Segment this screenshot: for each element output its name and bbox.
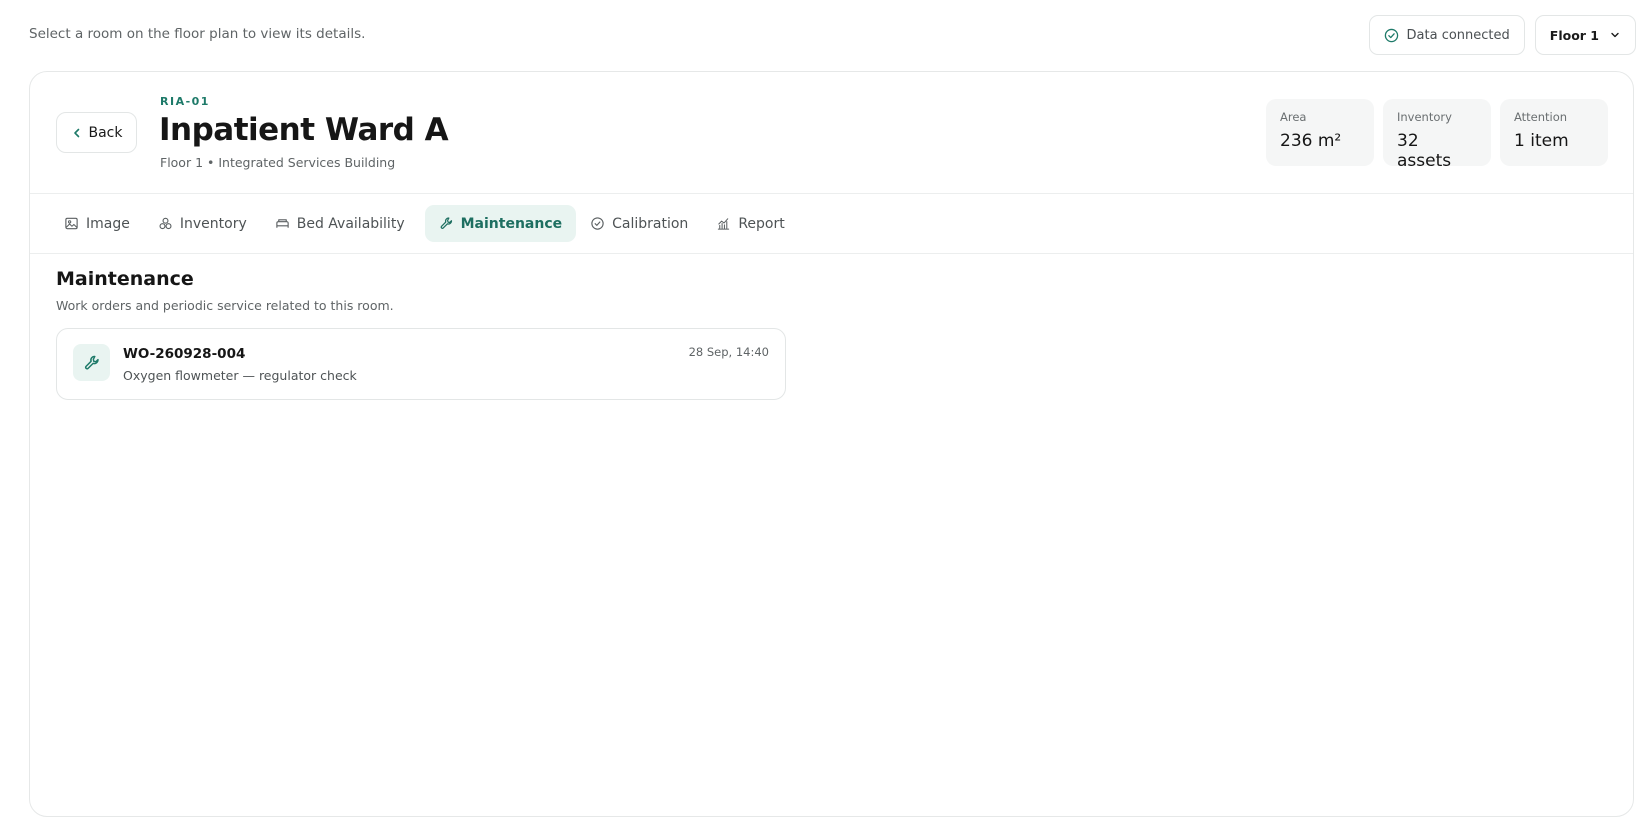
stat-value: 32 assets (1397, 131, 1452, 171)
boxes-icon (158, 216, 173, 231)
wrench-icon (73, 344, 110, 381)
chevron-down-icon (1609, 29, 1621, 41)
tab-maintenance[interactable]: Maintenance (424, 205, 577, 242)
work-order-time: 28 Sep, 14:40 (688, 345, 769, 359)
tab-label: Calibration (612, 215, 689, 232)
top-controls: Data connected Floor 1 (1368, 15, 1636, 55)
room-tabs: Image Inventory Bed Availability Mainten… (30, 194, 1633, 254)
tab-image[interactable]: Image (56, 205, 144, 242)
tab-label: Inventory (179, 215, 247, 232)
room-detail-card: Back RIA-01 Inpatient Ward A Floor 1 • I… (29, 71, 1634, 817)
room-location: Floor 1 • Integrated Services Building (160, 155, 396, 170)
wrench-icon (439, 216, 454, 231)
chevron-left-icon (71, 127, 83, 139)
page-hint: Select a room on the floor plan to view … (29, 26, 366, 42)
section-title: Maintenance (56, 268, 194, 290)
work-order-description: Oxygen flowmeter — regulator check (123, 368, 357, 383)
image-icon (64, 216, 79, 231)
data-status-label: Data connected (1406, 27, 1510, 43)
back-label: Back (88, 124, 123, 141)
stat-value: 236 m² (1280, 131, 1342, 151)
tab-inventory[interactable]: Inventory (150, 205, 261, 242)
tab-label: Image (86, 215, 130, 232)
stat-value: 1 item (1514, 131, 1569, 151)
tab-bed-availability[interactable]: Bed Availability (267, 205, 419, 242)
tab-calibration[interactable]: Calibration (582, 205, 702, 242)
maintenance-section: Maintenance Work orders and periodic ser… (56, 268, 394, 313)
stat-inventory: Inventory 32 assets (1383, 99, 1491, 171)
bed-icon (275, 216, 290, 231)
stat-label: Inventory (1397, 110, 1452, 124)
room-code: RIA-01 (160, 95, 210, 108)
tab-report[interactable]: Report (708, 205, 798, 242)
chart-icon (716, 216, 731, 231)
floor-select[interactable]: Floor 1 (1534, 15, 1636, 55)
work-order-item[interactable]: WO-260928-004 Oxygen flowmeter — regulat… (56, 328, 786, 400)
stat-label: Area (1280, 110, 1307, 124)
stat-area: Area 236 m² (1266, 99, 1374, 166)
stat-label: Attention (1514, 110, 1568, 124)
check-circle-icon (590, 216, 605, 231)
tab-label: Maintenance (460, 215, 563, 232)
room-header: Back RIA-01 Inpatient Ward A Floor 1 • I… (30, 72, 1633, 194)
stat-attention: Attention 1 item (1500, 99, 1608, 166)
data-status-badge: Data connected (1368, 15, 1525, 55)
floor-select-value: Floor 1 (1549, 27, 1599, 43)
check-circle-icon (1384, 28, 1399, 43)
page-title: Inpatient Ward A (159, 112, 449, 148)
work-order-id: WO-260928-004 (123, 346, 246, 362)
section-subtitle: Work orders and periodic service related… (56, 298, 394, 313)
back-button[interactable]: Back (56, 112, 137, 153)
tab-label: Report (738, 215, 785, 232)
tab-label: Bed Availability (296, 215, 405, 232)
room-stats: Area 236 m² Inventory 32 assets Attentio… (1266, 99, 1608, 171)
